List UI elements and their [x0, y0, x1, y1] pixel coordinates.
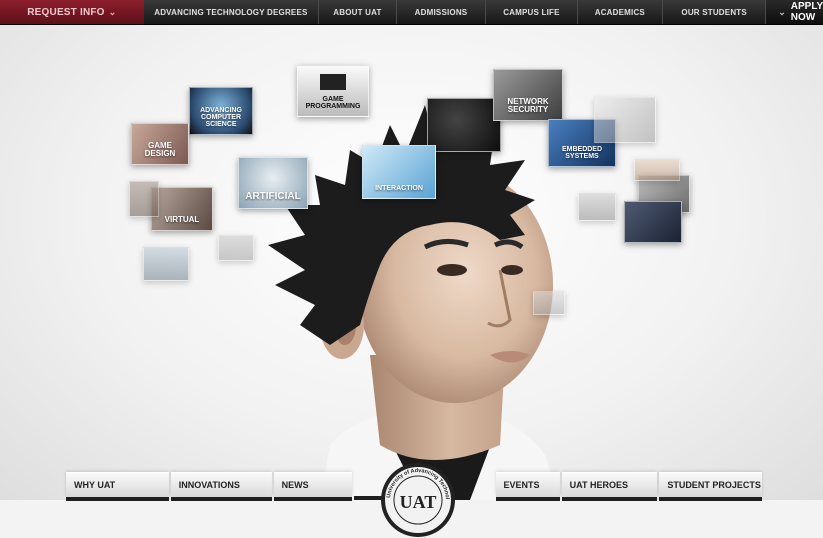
thumb-caption: EMBEDDED SYSTEMS [561, 146, 603, 160]
nav-why-uat[interactable]: WHY UAT [66, 472, 169, 501]
thumb-small-faded[interactable] [533, 291, 565, 315]
thumb-artificial-life[interactable]: ARTIFICIAL [238, 157, 308, 209]
thumb-caption: NETWORK SECURITY [507, 97, 549, 114]
thumb-caption: GAME DESIGN [144, 141, 176, 158]
nav-campus-life[interactable]: CAMPUS LIFE [486, 0, 578, 24]
nav-about-uat[interactable]: ABOUT UAT [319, 0, 397, 24]
thumb-interaction-design[interactable]: INTERACTION [362, 145, 436, 199]
nav-news[interactable]: NEWS [273, 472, 352, 501]
thumb-small-faded[interactable] [218, 235, 254, 261]
thumb-caption: ADVANCING COMPUTER SCIENCE [200, 107, 242, 128]
top-navigation: REQUEST INFO ⌄ ADVANCING TECHNOLOGY DEGR… [0, 0, 823, 25]
nav-academics[interactable]: ACADEMICS [578, 0, 664, 24]
apply-now-button[interactable]: ⌄ APPLY NOW [766, 0, 823, 24]
request-info-label: REQUEST INFO [27, 6, 105, 18]
thumb-small[interactable] [624, 201, 682, 243]
nav-advancing-technology-degrees[interactable]: ADVANCING TECHNOLOGY DEGREES [144, 0, 320, 24]
space-invader-icon [320, 74, 346, 90]
thumb-caption: INTERACTION [375, 185, 423, 192]
nav-our-students[interactable]: OUR STUDENTS [663, 0, 767, 24]
nav-uat-heroes[interactable]: UAT HEROES [561, 472, 658, 501]
thumb-computer-science[interactable]: ADVANCING COMPUTER SCIENCE [189, 87, 253, 135]
thumb-game-programming[interactable]: GAME PROGRAMMING [297, 65, 369, 117]
thumb-dark-spheres[interactable] [427, 98, 501, 152]
thumb-network-security[interactable]: NETWORK SECURITY [493, 69, 563, 121]
chevron-down-icon: ⌄ [778, 6, 786, 17]
thumb-game-design[interactable]: GAME DESIGN [131, 123, 189, 165]
thumb-small-faded[interactable] [578, 193, 616, 221]
thumb-small-faded[interactable] [129, 181, 159, 217]
nav-student-projects[interactable]: STUDENT PROJECTS [659, 472, 763, 501]
thumb-caption: ARTIFICIAL [245, 191, 301, 202]
chevron-down-icon: ⌄ [108, 6, 117, 17]
thumb-virtual-reality[interactable]: VIRTUAL [151, 187, 213, 231]
thumb-small-faded[interactable] [143, 247, 189, 281]
thumb-caption: GAME PROGRAMMING [305, 96, 361, 110]
thumb-small-faded[interactable] [594, 97, 656, 143]
nav-events[interactable]: EVENTS [495, 472, 560, 501]
thumb-small-faded[interactable] [634, 159, 680, 181]
nav-admissions[interactable]: ADMISSIONS [397, 0, 487, 24]
request-info-button[interactable]: REQUEST INFO ⌄ [0, 0, 144, 24]
thumb-caption: VIRTUAL [164, 215, 200, 224]
logo-text: UAT [400, 492, 437, 512]
nav-innovations[interactable]: INNOVATIONS [170, 472, 272, 501]
hero-banner: GAME PROGRAMMING ADVANCING COMPUTER SCIE… [0, 25, 823, 500]
apply-now-label: APPLY NOW [790, 1, 823, 23]
uat-seal-logo[interactable]: University of Advancing Technology UAT [380, 462, 456, 538]
student-portrait-image [268, 105, 560, 500]
